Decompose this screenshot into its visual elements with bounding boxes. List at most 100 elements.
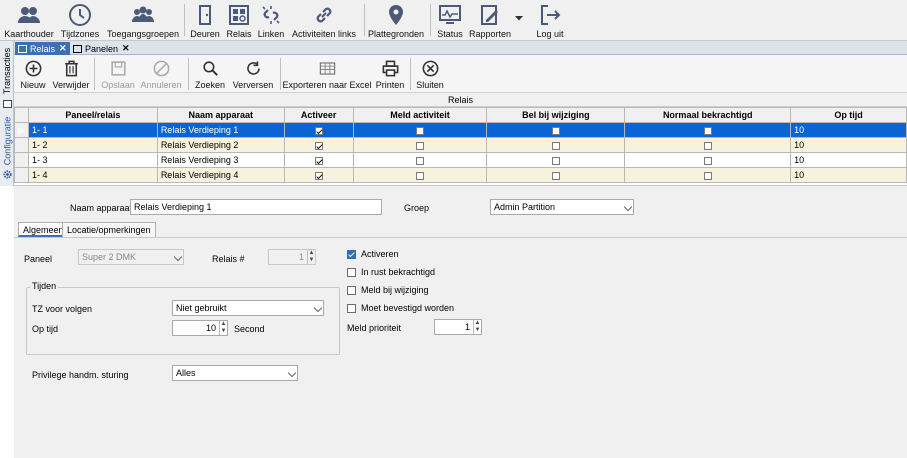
cell-optijd[interactable]: 10 <box>790 152 907 168</box>
activeer-checkbox[interactable] <box>314 171 323 180</box>
normaal-checkbox[interactable] <box>703 156 712 165</box>
meld-bij-wijziging-checkbox[interactable]: Meld bij wijziging <box>347 285 429 295</box>
deuren-button[interactable]: Deuren <box>188 0 222 40</box>
table-row[interactable]: 1- 4 Relais Verdieping 4 10 <box>14 167 907 183</box>
exporteren-excel-button[interactable]: Exporteren naar Excel <box>282 55 372 93</box>
cell-activeer[interactable] <box>283 167 354 183</box>
groep-select[interactable]: Admin Partition <box>490 199 634 215</box>
rapporten-button[interactable]: Rapporten <box>468 0 512 40</box>
meld-checkbox[interactable] <box>416 141 425 150</box>
cell-normaal[interactable] <box>624 167 792 183</box>
meld-checkbox[interactable] <box>416 156 425 165</box>
checkbox-box[interactable] <box>347 249 356 259</box>
cell-paneel[interactable]: 1- 4 <box>27 167 158 183</box>
toegangsgroepen-button[interactable]: Toegangsgroepen <box>106 0 180 40</box>
checkbox-box[interactable] <box>347 303 356 313</box>
close-icon[interactable]: ✕ <box>122 43 130 54</box>
status-button[interactable]: Status <box>434 0 466 40</box>
checkbox-box[interactable] <box>347 285 356 295</box>
cell-normaal[interactable] <box>624 137 792 153</box>
row-indicator[interactable] <box>14 137 29 153</box>
cell-bel[interactable] <box>486 152 626 168</box>
tz-voor-volgen-select[interactable]: Niet gebruikt <box>172 300 324 316</box>
cell-paneel[interactable]: 1- 2 <box>27 137 158 153</box>
cell-naam[interactable]: Relais Verdieping 2 <box>156 137 285 153</box>
meld-checkbox[interactable] <box>416 126 425 135</box>
table-row[interactable]: 1- 3 Relais Verdieping 3 10 <box>14 152 907 168</box>
cell-meld[interactable] <box>352 167 488 183</box>
activeren-checkbox[interactable]: Activeren <box>347 249 399 259</box>
side-tab-configuratie[interactable]: Configuratie <box>0 113 14 168</box>
relais-nummer-stepper[interactable]: 1 ▲ ▼ <box>268 249 316 265</box>
row-indicator[interactable] <box>14 167 29 183</box>
printen-button[interactable]: Printen <box>374 55 406 93</box>
subtab-locatie[interactable]: Locatie/opmerkingen <box>62 222 156 237</box>
privilege-select[interactable]: Alles <box>172 365 298 381</box>
side-panel-icon[interactable] <box>0 99 14 109</box>
cell-normaal[interactable] <box>624 152 792 168</box>
nieuw-button[interactable]: Nieuw <box>18 55 48 93</box>
cell-paneel[interactable]: 1- 1 <box>27 122 158 138</box>
column-header[interactable]: Normaal bekrachtigd <box>624 107 792 123</box>
paneel-select[interactable]: Super 2 DMK <box>78 249 184 265</box>
spin-arrows-icon[interactable]: ▲ ▼ <box>219 321 227 335</box>
column-header[interactable]: Bel bij wijziging <box>486 107 626 123</box>
opslaan-button[interactable]: Opslaan <box>100 55 136 93</box>
cell-optijd[interactable]: 10 <box>790 122 907 138</box>
spin-arrows-icon[interactable]: ▲ ▼ <box>473 320 481 334</box>
annuleren-button[interactable]: Annuleren <box>140 55 182 93</box>
cell-activeer[interactable] <box>283 137 354 153</box>
cell-normaal[interactable] <box>624 122 792 138</box>
zoeken-button[interactable]: Zoeken <box>194 55 226 93</box>
log-uit-button[interactable]: Log uit <box>530 0 570 40</box>
row-indicator[interactable]: ▶ <box>14 122 29 138</box>
table-row[interactable]: 1- 2 Relais Verdieping 2 10 <box>14 137 907 153</box>
column-header[interactable]: Activeer <box>283 107 354 123</box>
row-indicator[interactable] <box>14 152 29 168</box>
meld-prioriteit-stepper[interactable]: 1 ▲ ▼ <box>434 319 482 335</box>
activeer-checkbox[interactable] <box>314 141 323 150</box>
sluiten-button[interactable]: Sluiten <box>414 55 446 93</box>
normaal-checkbox[interactable] <box>703 171 712 180</box>
kaarthouder-button[interactable]: Kaarthouder <box>4 0 54 40</box>
activeer-checkbox[interactable] <box>314 156 323 165</box>
bel-checkbox[interactable] <box>551 141 560 150</box>
cell-bel[interactable] <box>486 137 626 153</box>
rapporten-dropdown-button[interactable] <box>512 0 526 40</box>
moet-bevestigd-checkbox[interactable]: Moet bevestigd worden <box>347 303 454 313</box>
side-tab-transacties[interactable]: Transacties <box>0 45 14 97</box>
column-header[interactable]: Op tijd <box>790 107 907 123</box>
cell-activeer[interactable] <box>283 152 354 168</box>
cell-naam[interactable]: Relais Verdieping 3 <box>156 152 285 168</box>
bel-checkbox[interactable] <box>551 156 560 165</box>
op-tijd-stepper[interactable]: 10 ▲ ▼ <box>172 320 228 336</box>
spin-arrows-icon[interactable]: ▲ ▼ <box>307 250 315 264</box>
linken-button[interactable]: Linken <box>256 0 286 40</box>
normaal-checkbox[interactable] <box>703 126 712 135</box>
cell-meld[interactable] <box>352 122 488 138</box>
in-rust-bekrachtigd-checkbox[interactable]: In rust bekrachtigd <box>347 267 435 277</box>
verwijder-button[interactable]: Verwijder <box>52 55 90 93</box>
column-header[interactable]: Paneel/relais <box>27 107 158 123</box>
tab-relais[interactable]: Relais ✕ <box>15 42 70 55</box>
column-header[interactable]: Meld activiteit <box>352 107 488 123</box>
meld-checkbox[interactable] <box>416 171 425 180</box>
bel-checkbox[interactable] <box>551 126 560 135</box>
cell-optijd[interactable]: 10 <box>790 137 907 153</box>
close-icon[interactable]: ✕ <box>59 43 67 54</box>
subtab-algemeen[interactable]: Algemeen <box>18 222 69 237</box>
tijdzones-button[interactable]: Tijdzones <box>58 0 102 40</box>
relais-button[interactable]: Relais <box>224 0 254 40</box>
cell-optijd[interactable]: 10 <box>790 167 907 183</box>
activiteiten-links-button[interactable]: Activiteiten links <box>290 0 358 40</box>
cell-naam[interactable]: Relais Verdieping 1 <box>156 122 285 138</box>
cell-meld[interactable] <box>352 152 488 168</box>
naam-apparaat-input[interactable]: Relais Verdieping 1 <box>130 199 382 215</box>
cell-bel[interactable] <box>486 122 626 138</box>
cell-meld[interactable] <box>352 137 488 153</box>
cell-bel[interactable] <box>486 167 626 183</box>
table-row[interactable]: ▶ 1- 1 Relais Verdieping 1 10 <box>14 122 907 138</box>
bel-checkbox[interactable] <box>551 171 560 180</box>
checkbox-box[interactable] <box>347 267 356 277</box>
cell-naam[interactable]: Relais Verdieping 4 <box>156 167 285 183</box>
